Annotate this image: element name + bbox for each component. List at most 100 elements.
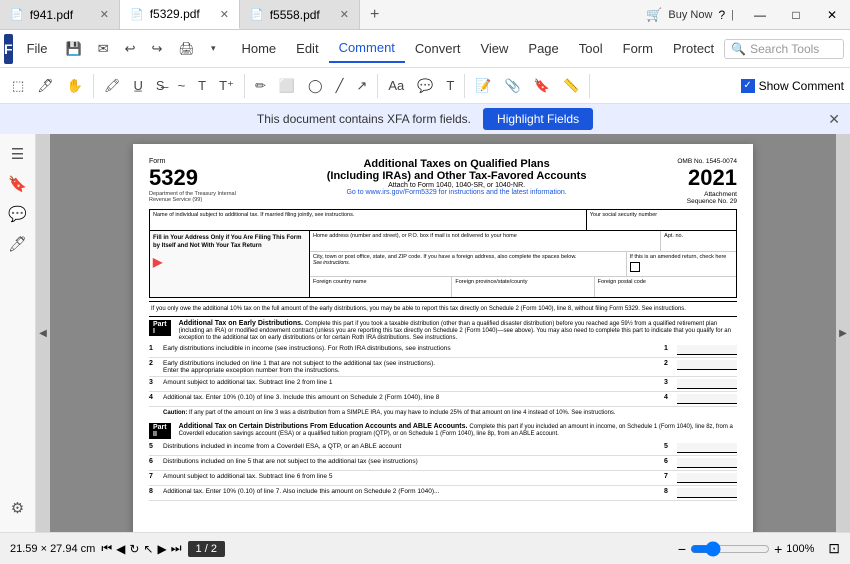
arrow-tool[interactable]: ↗ — [350, 74, 373, 98]
sidebar-sign-icon[interactable]: 🖊 — [4, 230, 32, 258]
line-box-5[interactable] — [677, 443, 737, 453]
insert-text-tool[interactable]: T⁺ — [213, 74, 240, 98]
amended-label: If this is an amended return, check here — [630, 254, 733, 260]
menu-protect[interactable]: Protect — [663, 35, 724, 62]
banner-close-button[interactable]: ✕ — [828, 111, 840, 128]
buy-now-label[interactable]: Buy Now — [668, 9, 712, 21]
search-icon: 🔍 — [731, 42, 746, 56]
right-nav-arrow[interactable]: ▶ — [836, 134, 850, 532]
sidebar-pages-icon[interactable]: ☰ — [4, 140, 32, 168]
attach-tool[interactable]: 📎 — [499, 74, 527, 98]
typewriter-tool[interactable]: T — [440, 74, 460, 97]
line-box-8[interactable] — [677, 488, 737, 498]
toolbar-print[interactable]: 🖨 — [172, 37, 201, 61]
line-box-6[interactable] — [677, 458, 737, 468]
toolbar-print-arrow[interactable]: ▾ — [205, 39, 222, 58]
window-controls: — □ ✕ — [742, 0, 850, 30]
line-box-7[interactable] — [677, 473, 737, 483]
line-row-5: 5 Distributions included in income from … — [149, 441, 737, 456]
menu-tool[interactable]: Tool — [569, 35, 613, 62]
toolbar-undo[interactable]: ↩ — [119, 37, 142, 61]
new-tab-button[interactable]: + — [360, 0, 389, 29]
tab-f941[interactable]: 📄 f941.pdf ✕ — [0, 0, 120, 29]
line-tool[interactable]: ╱ — [330, 74, 350, 98]
tab-close-f5558[interactable]: ✕ — [340, 8, 349, 21]
menu-form[interactable]: Form — [613, 35, 663, 62]
close-button[interactable]: ✕ — [814, 0, 850, 30]
nav-cursor-icon[interactable]: ↖ — [143, 542, 153, 556]
nav-first-btn[interactable]: ⏮ — [101, 541, 112, 556]
pencil-tool[interactable]: ✏ — [249, 74, 272, 98]
stamp-tool[interactable]: 🔖 — [528, 74, 556, 98]
strikethrough-tool[interactable]: S̶ — [150, 74, 171, 97]
help-icon[interactable]: ? — [718, 8, 725, 22]
sidebar-bookmarks-icon[interactable]: 🔖 — [4, 170, 32, 198]
text-box-tool[interactable]: Aa — [382, 74, 410, 97]
part1-lines: 1 Early distributions includible in inco… — [149, 343, 737, 419]
foreign-province-value[interactable] — [455, 285, 590, 295]
tab-close-f941[interactable]: ✕ — [100, 8, 109, 21]
callout-tool[interactable]: 💬 — [411, 74, 439, 98]
line-box-3[interactable] — [677, 379, 737, 389]
foreign-row: Foreign country name Foreign province/st… — [310, 277, 736, 297]
search-tools-box[interactable]: 🔍 Search Tools — [724, 39, 844, 59]
nav-next-btn[interactable]: ▶ — [157, 542, 166, 556]
address-value[interactable] — [313, 239, 657, 249]
line-num-5: 5 — [149, 443, 159, 450]
eraser-tool[interactable]: ⬜ — [273, 74, 301, 98]
menu-edit[interactable]: Edit — [286, 35, 328, 62]
left-nav-arrow[interactable]: ◀ — [36, 134, 50, 532]
foreign-postal-value[interactable] — [598, 285, 733, 295]
nav-last-btn[interactable]: ⏭ — [171, 541, 182, 556]
name-value[interactable] — [153, 218, 583, 228]
menu-page[interactable]: Page — [518, 35, 568, 62]
city-value[interactable] — [313, 266, 623, 274]
select-annot[interactable]: 🖊 — [31, 74, 60, 98]
toolbar-save[interactable]: 💾 — [60, 37, 88, 61]
select-tool[interactable]: ⬚ — [6, 74, 30, 98]
foreign-country-value[interactable] — [313, 285, 448, 295]
toolbar-email[interactable]: ✉ — [92, 37, 115, 61]
zoom-in-btn[interactable]: + — [774, 541, 782, 557]
tab-close-f5329[interactable]: ✕ — [220, 8, 229, 21]
shape-tool[interactable]: ◯ — [302, 74, 329, 98]
menu-comment[interactable]: Comment — [329, 34, 405, 63]
minimize-button[interactable]: — — [742, 0, 778, 30]
highlight-fields-button[interactable]: Highlight Fields — [483, 108, 593, 130]
tab-f5329[interactable]: 📄 f5329.pdf ✕ — [120, 0, 240, 29]
ssn-value[interactable] — [590, 218, 733, 228]
show-comment-checkbox[interactable]: ✓ — [741, 79, 755, 93]
toolbar-group-sticky: 📝 📎 🔖 📏 — [469, 74, 590, 98]
replace-text-tool[interactable]: T — [192, 74, 212, 97]
underline-tool[interactable]: U̲ — [128, 74, 149, 97]
zoom-slider[interactable] — [690, 541, 770, 557]
squiggly-tool[interactable]: ~ — [172, 74, 192, 97]
title-bar: 📄 f941.pdf ✕ 📄 f5329.pdf ✕ 📄 f5558.pdf ✕… — [0, 0, 850, 30]
tab-f5558[interactable]: 📄 f5558.pdf ✕ — [240, 0, 360, 29]
sidebar-comments-icon[interactable]: 💬 — [4, 200, 32, 228]
attachment-label: Attachment — [677, 191, 737, 198]
hand-tool[interactable]: ✋ — [61, 74, 89, 98]
line-box-2[interactable] — [677, 360, 737, 370]
menu-file[interactable]: File — [17, 35, 58, 62]
maximize-button[interactable]: □ — [778, 0, 814, 30]
amended-checkbox[interactable] — [630, 262, 640, 272]
nav-prev-btn[interactable]: ◀ — [116, 542, 125, 556]
menu-home[interactable]: Home — [231, 35, 286, 62]
line-box-4[interactable] — [677, 394, 737, 404]
highlight-tool[interactable]: 🖍 — [98, 74, 127, 98]
measure-tool[interactable]: 📏 — [557, 74, 585, 98]
sidebar-settings-icon[interactable]: ⚙ — [4, 494, 32, 522]
line-box-1[interactable] — [677, 345, 737, 355]
menu-convert[interactable]: Convert — [405, 35, 471, 62]
name-row: Name of individual subject to additional… — [149, 209, 737, 230]
fit-page-btn[interactable]: ⊡ — [828, 540, 840, 557]
menu-view[interactable]: View — [470, 35, 518, 62]
home-address-cell: Home address (number and street), or P.O… — [310, 231, 661, 251]
apt-value[interactable] — [664, 239, 733, 249]
nav-refresh-icon[interactable]: ↻ — [129, 542, 139, 556]
zoom-out-btn[interactable]: − — [678, 541, 686, 557]
sticky-note-tool[interactable]: 📝 — [469, 74, 497, 98]
line-right-1: 1 — [659, 345, 673, 352]
toolbar-redo[interactable]: ↪ — [146, 37, 169, 61]
